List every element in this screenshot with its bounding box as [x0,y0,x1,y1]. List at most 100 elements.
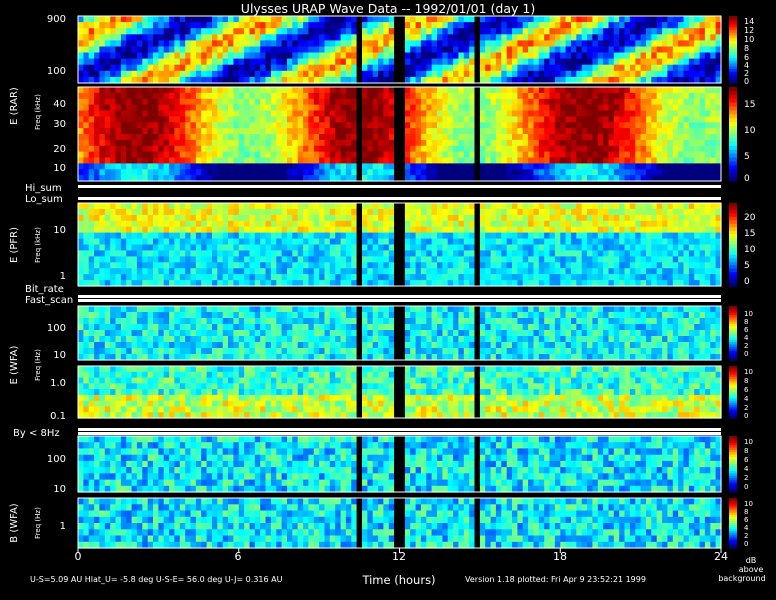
spectrogram-cell [399,208,406,216]
spectrogram-cell [581,104,588,112]
spectrogram-cell [694,64,701,72]
spectrogram-cell [587,244,593,251]
spectrogram-cell [431,87,438,94]
spectrogram-cell [367,70,374,78]
spectrogram-cell [581,64,588,72]
spectrogram-cell [136,163,143,170]
spectrogram-cell [169,157,176,164]
spectrogram-cell [153,87,159,94]
spectrogram-cell [174,98,181,106]
spectrogram-cell [517,87,524,94]
spectrogram-cell [303,151,310,159]
cbar-ticks-2: 15 10 5 0 [744,100,756,184]
spectrogram-cell [83,145,90,153]
spectrogram-cell [662,220,669,228]
spectrogram-cell [603,40,610,48]
spectrogram-cell [528,28,535,35]
spectrogram-cell [153,268,159,275]
spectrogram-cell [420,16,427,23]
spectrogram-cell [292,116,299,123]
spectrogram-cell [147,151,154,159]
chart-title: Ulysses URAP Wave Data -- 1992/01/01 (da… [241,1,535,16]
spectrogram-cell [201,122,208,129]
spectrogram-cell [704,58,711,66]
spectrogram-cell [265,16,272,23]
spectrogram-cell [163,16,170,23]
footer-version: Version 1.18 plotted: Fri Apr 9 23:52:21… [465,575,646,584]
spectrogram-cell [351,163,358,170]
spectrogram-cell [324,232,331,240]
spectrogram-cell [453,157,460,164]
spectrogram-cell [335,169,342,176]
spectrogram-cell [603,104,610,112]
spectrogram-cell [549,22,556,29]
spectrogram-cell [522,98,529,106]
spectrogram-cell [431,274,438,281]
spectrogram-cell [340,256,347,263]
spectrogram-cell [244,16,251,23]
spectrogram-cell [217,52,224,60]
spectrogram-cell [549,208,556,216]
spectrogram-cell [233,28,240,35]
spectrogram-cell [356,28,363,35]
spectrogram-cell [565,244,572,251]
spectrogram-cell [244,214,251,222]
spectrogram-cell [592,220,599,228]
spectrogram-cell [372,28,379,35]
spectrogram-cell [453,274,460,281]
spectrogram-cell [431,268,438,275]
spectrogram-cell [603,232,610,240]
spectrogram-cell [281,163,288,170]
spectrogram-cell [517,250,524,257]
spectrogram-cell [158,122,165,129]
spectrogram-cell [447,262,454,269]
spectrogram-cell [201,268,208,275]
spectrogram-cell [383,98,390,106]
spectrogram-cell [678,40,685,48]
spectrogram-cell [672,98,679,106]
spectrogram-cell [362,22,368,29]
spectrogram-cell [201,92,208,100]
spectrogram-cell [426,256,433,263]
spectrogram-cell [404,256,411,263]
spectrogram-cell [142,34,149,41]
spectrogram-cell [672,220,679,228]
spectrogram-cell [544,268,551,275]
spectrogram-cell [179,139,186,147]
spectrogram-cell [303,244,310,251]
spectrogram-cell [635,122,642,129]
spectrogram-cell [592,244,599,251]
spectrogram-cell [260,262,267,269]
spectrogram-cell [538,274,545,281]
spectrogram-cell [453,58,460,66]
spectrogram-cell [646,274,652,281]
spectrogram-cell [608,70,615,78]
spectrogram-cell [683,122,690,129]
spectrogram-cell [442,87,449,94]
spectrogram-cell [378,220,385,228]
unit-label-above: above [739,565,764,574]
spectrogram-cell [646,244,652,251]
spectrogram-cell [292,203,299,210]
spectrogram-cell [613,122,620,129]
spectrogram-cell [651,16,658,23]
spectrogram-cell [260,151,267,159]
spectrogram-cell [303,262,310,269]
spectrogram-cell [667,274,674,281]
spectrogram-cell [367,98,374,106]
spectrogram-cell [147,16,154,23]
spectrogram-cell [179,226,186,234]
spectrogram-cell [571,151,577,159]
spectrogram-cell [120,139,127,147]
spectrogram-cell [158,46,165,54]
spectrogram-cell [533,268,540,275]
spectrogram-cell [120,128,127,135]
spectrogram-cell [544,128,551,135]
spectrogram-cell [335,274,342,281]
spectrogram-cell [683,16,690,23]
spectrogram-cell [270,163,277,170]
spectrogram-cell [99,256,106,263]
spectrogram-cell [694,46,701,54]
spectrogram-cell [651,128,658,135]
spectrogram-cell [576,262,583,269]
